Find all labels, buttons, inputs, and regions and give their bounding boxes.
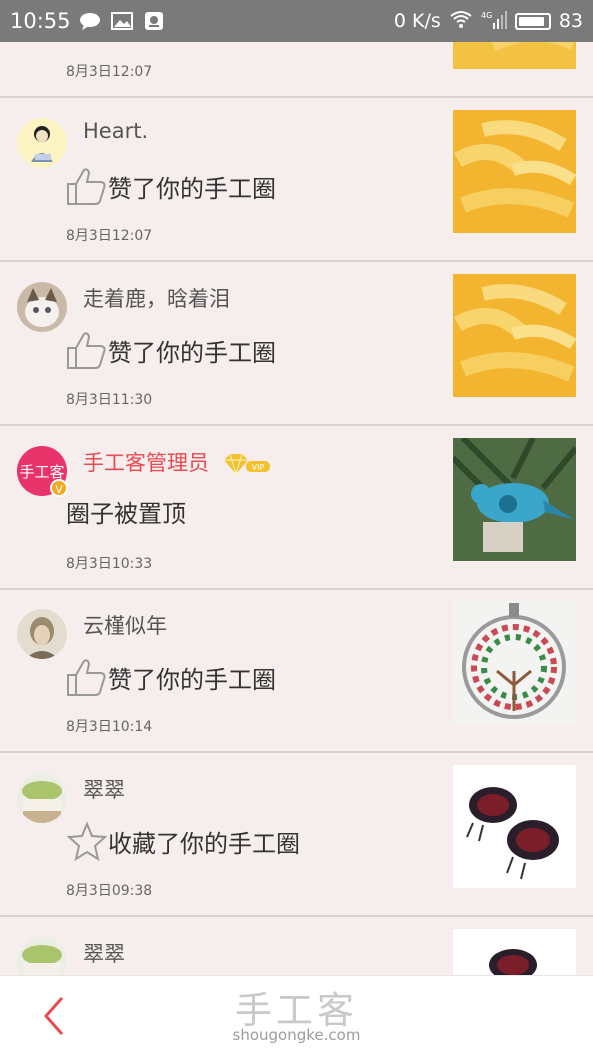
username[interactable]: Heart. xyxy=(83,119,148,143)
activity-text: 赞了你的手工圈 xyxy=(66,657,276,697)
username-text[interactable]: 手工客管理员 xyxy=(83,451,209,475)
list-item[interactable]: 走着鹿，晗着泪 赞了你的手工圈 8月3日11:30 xyxy=(0,263,593,426)
timestamp: 8月3日10:33 xyxy=(66,556,153,572)
bottom-bar: 手工客 shougongke.com xyxy=(0,975,593,1054)
list-item[interactable]: 8月3日12:07 xyxy=(0,42,593,98)
gallery-icon xyxy=(110,12,133,30)
notification-list[interactable]: 8月3日12:07 Heart. 赞了你的手工圈 8月3日12:07 走着鹿，晗… xyxy=(0,42,593,975)
avatar[interactable] xyxy=(17,609,67,659)
list-item[interactable]: 翠翠 收藏了你的手工圈 8月3日09:38 xyxy=(0,754,593,917)
status-bar: 10:55 0 K/s 4G 83 xyxy=(0,0,593,42)
timestamp: 8月3日09:38 xyxy=(66,883,153,899)
timestamp: 8月3日12:07 xyxy=(66,228,153,244)
timestamp: 8月3日12:07 xyxy=(66,64,153,80)
message-icon xyxy=(79,12,101,30)
activity-text: 赞了你的手工圈 xyxy=(66,166,276,206)
admin-avatar[interactable]: 手工客 V xyxy=(17,446,68,497)
username[interactable]: 走着鹿，晗着泪 xyxy=(83,283,230,313)
list-item[interactable]: 云槿似年 赞了你的手工圈 8月3日10:14 xyxy=(0,590,593,753)
thumbs-up-icon xyxy=(66,330,108,370)
wifi-icon xyxy=(449,10,473,33)
username[interactable]: 翠翠 xyxy=(83,938,125,968)
list-item[interactable]: 翠翠 xyxy=(0,918,593,975)
orange-peel-thumbnail[interactable] xyxy=(453,274,576,397)
username[interactable]: 翠翠 xyxy=(83,774,125,804)
beaded-bugs-thumbnail[interactable] xyxy=(453,929,576,975)
notification-app-icon xyxy=(143,12,165,30)
activity-text: 圈子被置顶 xyxy=(66,494,186,529)
username[interactable]: 手工客管理员 VIP xyxy=(83,447,272,477)
activity-label: 赞了你的手工圈 xyxy=(108,338,276,367)
list-item[interactable]: 手工客 V 手工客管理员 VIP 圈子被置顶 8月3日10:33 xyxy=(0,427,593,590)
activity-label: 收藏了你的手工圈 xyxy=(108,829,300,858)
activity-text: 赞了你的手工圈 xyxy=(66,330,276,370)
activity-label: 圈子被置顶 xyxy=(66,500,186,528)
signal-icon: 4G xyxy=(481,9,507,34)
avatar[interactable] xyxy=(17,773,67,823)
battery-icon xyxy=(514,12,551,30)
thumbs-up-icon xyxy=(66,657,108,697)
battery-level: 83 xyxy=(558,10,583,32)
activity-label: 赞了你的手工圈 xyxy=(108,665,276,694)
timestamp: 8月3日10:14 xyxy=(66,719,153,735)
timestamp: 8月3日11:30 xyxy=(66,392,153,408)
wire-tree-pendant-thumbnail[interactable] xyxy=(453,601,576,724)
beaded-bugs-thumbnail[interactable] xyxy=(453,765,576,888)
vip-badge: VIP xyxy=(222,452,272,476)
star-icon xyxy=(66,821,108,861)
net-speed: 0 K/s xyxy=(393,10,441,32)
username[interactable]: 云槿似年 xyxy=(83,610,167,640)
activity-text: 收藏了你的手工圈 xyxy=(66,821,300,861)
svg-text:VIP: VIP xyxy=(251,463,264,472)
svg-text:4G: 4G xyxy=(481,11,492,20)
admin-avatar-text: 手工客 xyxy=(19,463,64,481)
avatar[interactable] xyxy=(17,282,67,332)
list-item[interactable]: Heart. 赞了你的手工圈 8月3日12:07 xyxy=(0,99,593,262)
orange-peel-thumbnail[interactable] xyxy=(453,42,576,69)
avatar[interactable] xyxy=(17,937,67,975)
brand-domain: shougongke.com xyxy=(232,1026,361,1044)
clock: 10:55 xyxy=(10,9,71,33)
svg-text:V: V xyxy=(55,483,63,496)
activity-label: 赞了你的手工圈 xyxy=(108,174,276,203)
orange-peel-thumbnail[interactable] xyxy=(453,110,576,233)
thumbs-up-icon xyxy=(66,166,108,206)
blue-bird-thumbnail[interactable] xyxy=(453,438,576,561)
avatar[interactable] xyxy=(17,118,67,168)
